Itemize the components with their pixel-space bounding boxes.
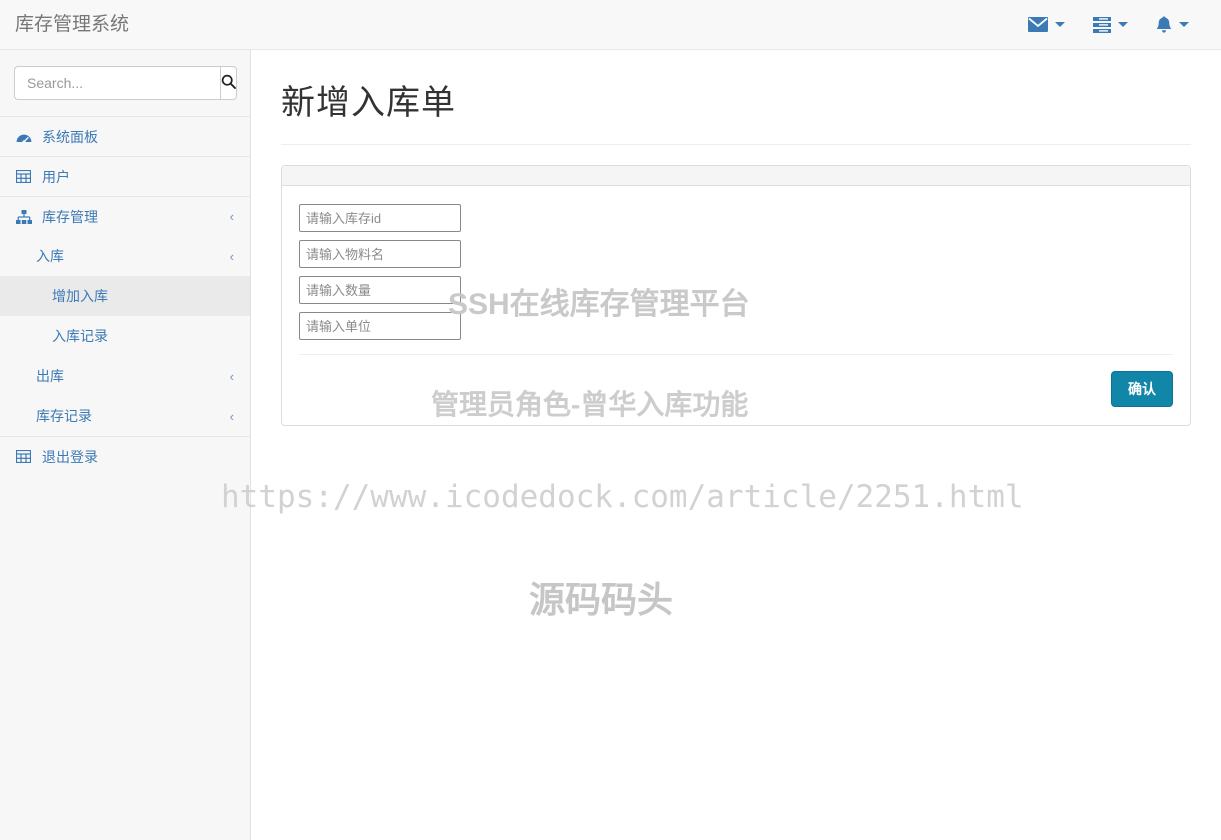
confirm-button[interactable]: 确认 bbox=[1111, 371, 1173, 408]
sidebar-item-logout[interactable]: 退出登录 bbox=[0, 436, 250, 476]
envelope-icon bbox=[1028, 17, 1048, 32]
form-row bbox=[299, 312, 1173, 341]
sidebar-search bbox=[0, 50, 250, 116]
unit-field[interactable] bbox=[299, 312, 461, 341]
chevron-down-icon bbox=[1118, 22, 1128, 27]
form-row bbox=[299, 240, 1173, 269]
chevron-down-icon bbox=[1055, 22, 1065, 27]
panel-body: 确认 bbox=[282, 186, 1190, 425]
sidebar-item-add-inbound[interactable]: 增加入库 bbox=[0, 276, 250, 316]
form-actions: 确认 bbox=[299, 355, 1173, 408]
sidebar-item-label: 出库 bbox=[36, 368, 64, 384]
alerts-dropdown[interactable] bbox=[1142, 0, 1203, 50]
sidebar-item-dashboard[interactable]: 系统面板 bbox=[0, 116, 250, 156]
sidebar-item-outbound[interactable]: 出库 ‹ bbox=[0, 356, 250, 396]
sidebar-item-label: 用户 bbox=[42, 168, 70, 185]
search-icon bbox=[221, 74, 236, 92]
navbar-right-group bbox=[1014, 0, 1221, 50]
stock-id-field[interactable] bbox=[299, 204, 461, 233]
sidebar-item-stock-management[interactable]: 库存管理 ‹ bbox=[0, 196, 250, 236]
sidebar-item-inbound[interactable]: 入库 ‹ bbox=[0, 236, 250, 276]
form-row bbox=[299, 204, 1173, 233]
sidebar-item-users[interactable]: 用户 bbox=[0, 156, 250, 196]
main-content: 新增入库单 确认 bbox=[251, 50, 1221, 840]
sidebar-item-label: 库存管理 bbox=[42, 208, 98, 225]
title-divider bbox=[281, 144, 1191, 146]
chevron-left-icon: ‹ bbox=[229, 368, 234, 384]
sidebar-item-label: 退出登录 bbox=[42, 448, 98, 465]
chevron-left-icon: ‹ bbox=[229, 248, 234, 264]
table-icon bbox=[16, 450, 34, 463]
sidebar-menu: 系统面板 用户 库存管理 ‹ 入库 ‹ 增加入库 入库记录 出库 ‹ 库存记录 … bbox=[0, 116, 250, 476]
tasks-icon bbox=[1093, 16, 1111, 33]
app-root: 库存管理系统 Search... 系统面板 用户 库存管理 ‹ 入库 ‹ 增加入… bbox=[0, 0, 1221, 840]
search-button[interactable] bbox=[220, 66, 237, 100]
sidebar-item-stock-records[interactable]: 库存记录 ‹ bbox=[0, 396, 250, 436]
brand-title[interactable]: 库存管理系统 bbox=[0, 15, 129, 34]
sidebar-item-label: 入库记录 bbox=[52, 328, 108, 344]
search-input[interactable] bbox=[14, 66, 220, 100]
table-icon bbox=[16, 170, 34, 183]
tasks-dropdown[interactable] bbox=[1079, 0, 1142, 50]
form-row bbox=[299, 276, 1173, 305]
sidebar-item-label: 增加入库 bbox=[52, 288, 108, 304]
form-panel: 确认 bbox=[281, 165, 1191, 427]
page-title: 新增入库单 bbox=[281, 84, 456, 122]
sidebar-item-label: 系统面板 bbox=[42, 128, 98, 145]
chevron-left-icon: ‹ bbox=[229, 408, 234, 424]
material-name-field[interactable] bbox=[299, 240, 461, 269]
quantity-field[interactable] bbox=[299, 276, 461, 305]
messages-dropdown[interactable] bbox=[1014, 0, 1079, 50]
sidebar: 系统面板 用户 bbox=[0, 50, 251, 840]
sitemap-icon bbox=[16, 209, 34, 224]
dashboard-icon bbox=[16, 130, 34, 144]
bell-icon bbox=[1156, 16, 1172, 34]
sidebar-item-label: 入库 bbox=[36, 248, 64, 264]
sidebar-item-label: 库存记录 bbox=[36, 408, 92, 424]
top-navbar: 库存管理系统 bbox=[0, 0, 1221, 50]
sidebar-item-inbound-records[interactable]: 入库记录 bbox=[0, 316, 250, 356]
panel-heading bbox=[282, 166, 1190, 187]
chevron-left-icon: ‹ bbox=[229, 209, 234, 224]
chevron-down-icon bbox=[1179, 22, 1189, 27]
